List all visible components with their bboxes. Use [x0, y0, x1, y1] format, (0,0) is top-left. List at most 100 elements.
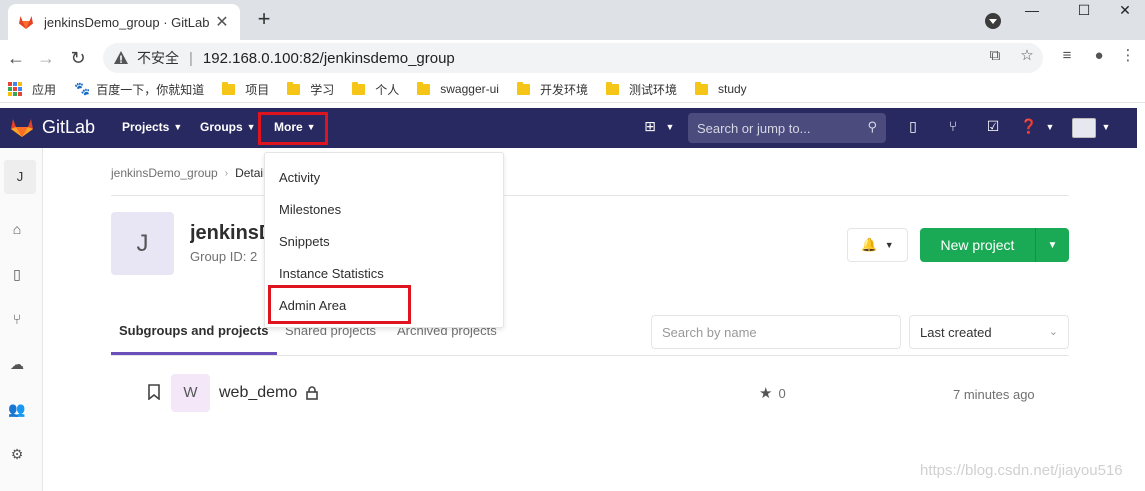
bookmark-folder[interactable]: 测试环境 — [605, 81, 677, 98]
gitlab-logo-text: GitLab — [42, 116, 96, 137]
merge-request-icon[interactable]: ⑂ — [943, 118, 963, 134]
address-bar[interactable]: 不安全 | 192.168.0.100:82/jenkinsdemo_group — [103, 43, 1043, 73]
help-icon[interactable]: ❓ — [1019, 118, 1039, 135]
chevron-right-icon: › — [224, 167, 229, 179]
more-highlight-box — [258, 112, 328, 145]
bookmark-folder[interactable]: 个人 — [352, 81, 399, 98]
user-avatar-icon[interactable] — [1072, 118, 1096, 138]
project-avatar[interactable]: W — [171, 374, 210, 412]
bookmark-label: 百度一下，你就知道 — [96, 82, 205, 97]
admin-area-highlight-box — [268, 285, 411, 324]
bookmark-folder[interactable]: 开发环境 — [516, 81, 588, 98]
tab-close-icon[interactable]: ✕ — [214, 12, 230, 32]
bookmark-label: 学习 — [310, 82, 335, 97]
bell-icon: 🔔 — [861, 237, 878, 252]
folder-icon — [605, 81, 619, 95]
screen-icon[interactable]: ▯ — [903, 118, 923, 135]
sidebar-group-avatar[interactable]: J — [4, 160, 36, 194]
chevron-down-icon: ▼ — [246, 122, 256, 132]
sort-value: Last created — [920, 324, 992, 340]
new-project-button[interactable]: New project ▼ — [920, 228, 1069, 262]
nav-groups-label: Groups — [200, 120, 243, 134]
project-name[interactable]: web_demo — [219, 384, 297, 402]
bookmark-label: study — [718, 82, 747, 96]
menu-item-instance-statistics[interactable]: Instance Statistics — [279, 266, 384, 281]
folder-icon — [417, 81, 431, 95]
breadcrumb: jenkinsDemo_group › Details — [111, 166, 272, 180]
maximize-button[interactable]: ☐ — [1064, 2, 1104, 22]
breadcrumb-divider — [111, 195, 1069, 196]
minimize-button[interactable]: — — [1012, 2, 1052, 22]
browser-tabstrip: jenkinsDemo_group · GitLab ✕ + — ☐ ✕ — [0, 0, 1145, 40]
project-updated: 7 minutes ago — [953, 387, 1035, 402]
star-bookmark-icon[interactable]: ☆ — [1016, 45, 1038, 67]
notification-button[interactable]: 🔔 ▼ — [847, 228, 908, 262]
back-arrow-icon[interactable]: ← — [4, 46, 28, 70]
bookmark-label: 个人 — [375, 82, 400, 97]
list-item[interactable]: W web_demo ★ 0 7 minutes ago — [111, 356, 1069, 430]
media-list-icon[interactable]: ≡ — [1056, 45, 1078, 67]
bookmark-folder[interactable]: study — [695, 81, 747, 96]
bookmark-folder[interactable]: 项目 — [222, 81, 269, 98]
members-icon[interactable]: 👥 — [8, 401, 26, 419]
cloud-icon[interactable]: ☁ — [8, 356, 26, 374]
search-placeholder: Search or jump to... — [697, 120, 811, 136]
group-name: jenkinsDemo_group — [190, 222, 265, 244]
forward-arrow-icon[interactable]: → — [34, 46, 58, 70]
nav-groups[interactable]: Groups ▼ — [200, 120, 256, 134]
chevron-down-icon[interactable]: ▼ — [1040, 122, 1060, 132]
reload-icon[interactable]: ↻ — [66, 46, 90, 70]
profile-icon[interactable]: ● — [1088, 45, 1110, 67]
bookmark-apps[interactable]: 应用 — [8, 81, 56, 98]
bookmark-label: 测试环境 — [628, 82, 677, 97]
chevron-down-icon[interactable]: ▼ — [1096, 122, 1116, 132]
plus-square-icon[interactable]: ⊞ — [640, 118, 660, 135]
menu-item-snippets[interactable]: Snippets — [279, 234, 330, 249]
nav-projects[interactable]: Projects ▼ — [122, 120, 182, 134]
translate-icon[interactable]: ⧉ — [984, 45, 1006, 67]
tab-search-icon[interactable] — [985, 13, 1001, 29]
bookmarks-bar: 应用 🐾 百度一下，你就知道 项目 学习 个人 swagger-ui 开发环境 … — [0, 76, 1145, 103]
bookmark-folder[interactable]: 学习 — [287, 81, 334, 98]
sort-select[interactable]: Last created ⌄ — [909, 315, 1069, 349]
new-project-label: New project — [940, 237, 1015, 253]
bookmark-label: 开发环境 — [539, 82, 588, 97]
bookmark-label: 项目 — [245, 82, 270, 97]
nav-projects-label: Projects — [122, 120, 170, 134]
tab-subgroups-projects[interactable]: Subgroups and projects — [119, 323, 269, 338]
url-separator: | — [189, 49, 193, 67]
menu-item-milestones[interactable]: Milestones — [279, 202, 341, 217]
project-stars: ★ 0 — [759, 384, 786, 402]
search-by-name-input[interactable]: Search by name — [651, 315, 901, 349]
close-window-button[interactable]: ✕ — [1105, 2, 1145, 22]
menu-dots-icon[interactable]: ⋮ — [1117, 45, 1139, 67]
breadcrumb-group-link[interactable]: jenkinsDemo_group — [111, 166, 218, 180]
browser-toolbar: ← → ↻ 不安全 | 192.168.0.100:82/jenkinsdemo… — [0, 40, 1145, 76]
menu-item-activity[interactable]: Activity — [279, 170, 320, 185]
issues-icon[interactable]: ▯ — [8, 266, 26, 284]
bookmark-icon[interactable] — [148, 384, 160, 400]
global-search-input[interactable]: Search or jump to... ⚲ — [688, 113, 886, 143]
folder-icon — [287, 81, 301, 95]
bookmark-folder[interactable]: swagger-ui — [417, 81, 499, 96]
chevron-down-icon[interactable]: ▼ — [660, 122, 680, 132]
gitlab-header: GitLab Projects ▼ Groups ▼ More ▼ — [0, 108, 1137, 148]
search-icon: ⚲ — [867, 119, 877, 134]
folder-icon — [695, 81, 708, 95]
new-tab-button[interactable]: + — [252, 8, 276, 32]
group-avatar: J — [111, 212, 174, 275]
warning-icon — [114, 51, 128, 64]
bookmark-label: swagger-ui — [440, 82, 499, 96]
apps-grid-icon — [8, 82, 22, 96]
url-text[interactable]: 192.168.0.100:82/jenkinsdemo_group — [203, 50, 455, 67]
settings-icon[interactable]: ⚙ — [8, 446, 26, 464]
gitlab-logo[interactable]: GitLab — [10, 116, 95, 138]
todo-check-icon[interactable]: ☑ — [983, 118, 1003, 135]
chevron-down-icon[interactable]: ▼ — [1036, 240, 1069, 251]
star-icon: ★ — [759, 385, 773, 402]
home-icon[interactable]: ⌂ — [8, 221, 26, 239]
browser-tab[interactable]: jenkinsDemo_group · GitLab ✕ — [8, 4, 240, 40]
merge-request-icon[interactable]: ⑂ — [8, 311, 26, 329]
bookmark-baidu[interactable]: 🐾 百度一下，你就知道 — [74, 81, 204, 98]
bookmark-label: 应用 — [32, 82, 57, 97]
